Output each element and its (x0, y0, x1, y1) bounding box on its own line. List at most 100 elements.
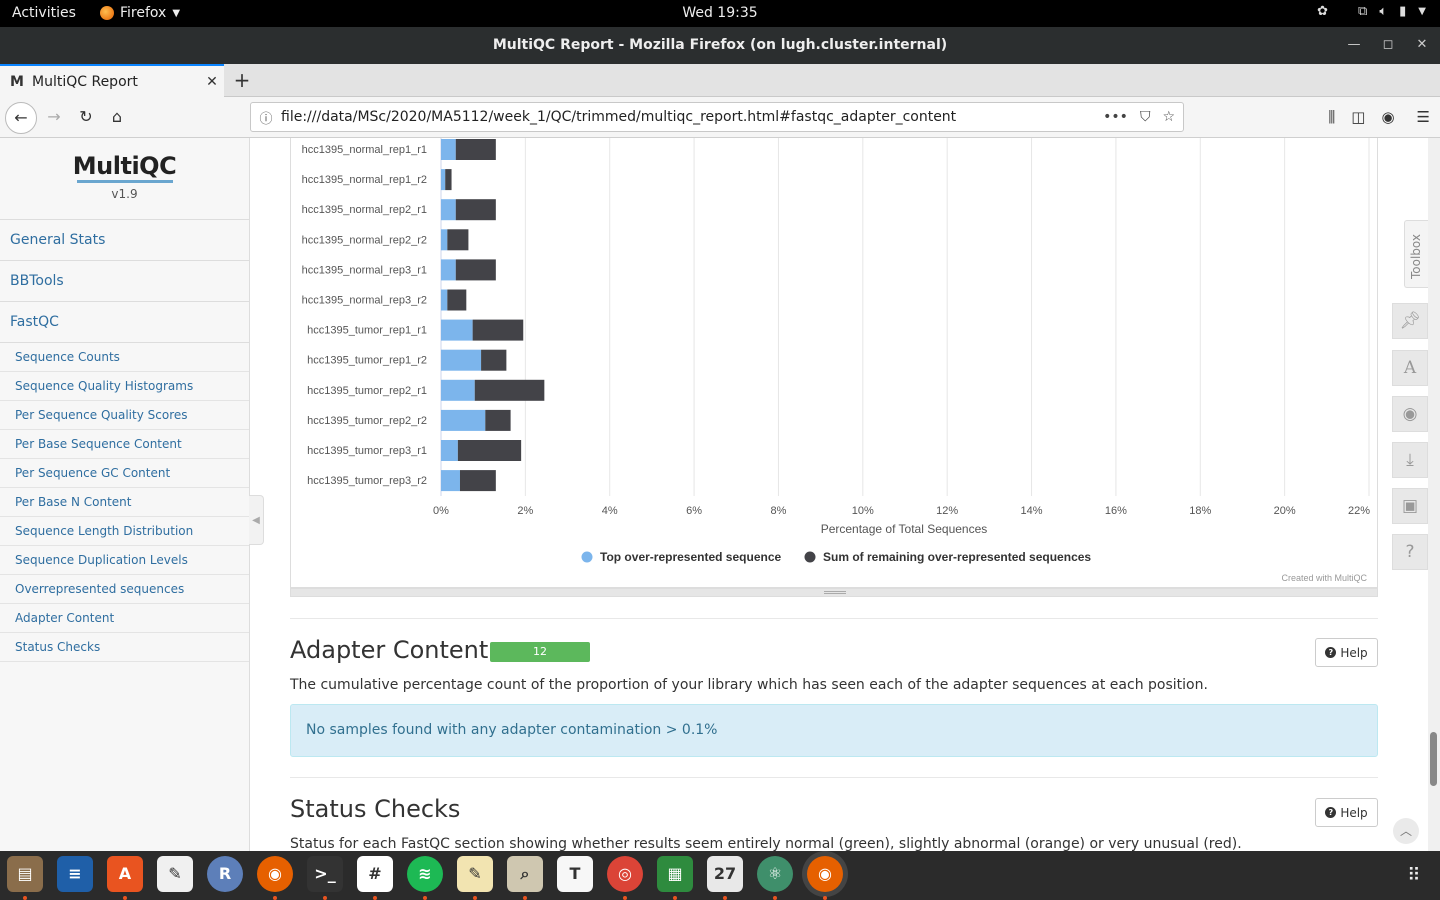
show-applications-icon[interactable]: ⠿ (1402, 865, 1426, 889)
maximize-icon[interactable]: ◻ (1378, 35, 1398, 55)
save-icon[interactable]: ▣ (1392, 488, 1428, 524)
page-scrollbar[interactable] (1428, 138, 1440, 851)
y-category-label: hcc1395_tumor_rep3_r1 (307, 445, 427, 457)
report-sidebar: MultiQC v1.9 General Stats BBTools FastQ… (0, 138, 250, 851)
y-category-label: hcc1395_tumor_rep3_r2 (307, 475, 427, 487)
clock[interactable]: Wed 19:35 (0, 5, 1440, 21)
dock-writer-icon[interactable]: ≡ (57, 856, 93, 892)
x-tick-label: 14% (1021, 505, 1043, 517)
new-tab-button[interactable]: + (230, 68, 254, 92)
dock-software-icon[interactable]: A (107, 856, 143, 900)
dock-firefox-icon[interactable]: ◉ (257, 856, 293, 900)
tab-multiqc-report[interactable]: M MultiQC Report ✕ (0, 64, 224, 98)
y-category-label: hcc1395_normal_rep1_r2 (302, 174, 427, 186)
question-icon[interactable]: ? (1392, 534, 1428, 570)
nav-per-sequence-quality-scores[interactable]: Per Sequence Quality Scores (0, 401, 249, 430)
page-actions-icon[interactable]: ••• (1103, 109, 1128, 125)
y-category-label: hcc1395_normal_rep3_r2 (302, 295, 427, 307)
bar-remaining-sequences (447, 289, 467, 311)
app-menu[interactable]: Firefox ▼ (100, 5, 180, 21)
system-tray[interactable]: ✿ ⧉ 🔈︎ ▮ ▼ (1317, 4, 1426, 19)
font-icon[interactable]: A (1392, 350, 1428, 386)
adapter-content-badge[interactable]: 12 (490, 642, 590, 662)
minimize-icon[interactable]: — (1344, 35, 1364, 55)
pin-icon[interactable]: 📌︎ (1392, 303, 1428, 339)
dock-terminal-icon[interactable]: >_ (307, 856, 343, 900)
tab-strip: M MultiQC Report ✕ + (0, 64, 1440, 98)
dock-chrome-icon[interactable]: ◎ (607, 856, 643, 900)
pocket-icon[interactable]: ⛉ (1140, 109, 1151, 125)
bar-top-sequence (441, 440, 458, 461)
url-bar[interactable]: ⓘ file:///data/MSc/2020/MA5112/week_1/QC… (250, 102, 1184, 132)
status-checks-description: Status for each FastQC section showing w… (290, 836, 1242, 851)
nav-status-checks[interactable]: Status Checks (0, 633, 249, 662)
dock-r-icon[interactable]: R (207, 856, 243, 892)
dock-image-viewer-icon[interactable]: ⌕ (507, 856, 543, 900)
dock-slack-icon[interactable]: # (357, 856, 393, 900)
dock-calc-icon[interactable]: ▦ (657, 856, 693, 900)
help-label: Help (1340, 645, 1368, 660)
account-icon[interactable]: ◉ (1381, 108, 1394, 126)
close-window-icon[interactable]: ✕ (1412, 35, 1432, 55)
library-icon[interactable]: ⫼ (1328, 108, 1335, 126)
bar-remaining-sequences (485, 409, 511, 431)
forward-button[interactable]: → (40, 103, 68, 131)
nav-fastqc[interactable]: FastQC (0, 302, 249, 343)
nav-general-stats[interactable]: General Stats (0, 220, 249, 261)
dock-files-icon[interactable]: ▤ (7, 856, 43, 900)
eye-slash-icon[interactable]: ◉ (1392, 396, 1428, 432)
nav-sequence-length-distribution[interactable]: Sequence Length Distribution (0, 517, 249, 546)
paw-icon[interactable]: ✿ (1317, 4, 1328, 19)
dock-notes-icon[interactable]: ✎ (457, 856, 493, 900)
section-divider (290, 777, 1378, 778)
info-icon[interactable]: ⓘ (251, 108, 281, 127)
dock-spotify-icon[interactable]: ≋ (407, 856, 443, 900)
adapter-help-button[interactable]: ? Help (1315, 638, 1378, 667)
bar-top-sequence (441, 169, 446, 191)
nav-adapter-content[interactable]: Adapter Content (0, 604, 249, 633)
nav-sequence-duplication-levels[interactable]: Sequence Duplication Levels (0, 546, 249, 575)
logo-text: MultiQC (72, 152, 177, 180)
x-tick-label: 2% (517, 505, 533, 517)
bar-chart: 0% 2% 4% 6% 8% 10% 12% 14% 16% 18% 20% 22% Percentag… (302, 138, 1370, 583)
logo-underline (76, 180, 173, 183)
close-tab-icon[interactable]: ✕ (200, 74, 224, 90)
running-indicator (323, 896, 327, 900)
back-button[interactable]: ← (5, 102, 37, 134)
scroll-to-top-button[interactable]: ︿ (1393, 818, 1419, 844)
scrollbar-thumb[interactable] (1430, 732, 1437, 786)
dock-firefox-active-icon[interactable]: ◉ (807, 856, 843, 900)
activities-button[interactable]: Activities (12, 5, 76, 21)
dock-text-editor-icon[interactable]: ✎ (157, 856, 193, 892)
multiqc-logo[interactable]: MultiQC v1.9 (0, 138, 249, 220)
ubuntu-dock: ▤ ≡ A ✎ R ◉ >_ # ≋ ✎ ⌕ T ◎ ▦ 27 ⚛ ◉ ⠿ (0, 851, 1440, 900)
plot-resize-handle[interactable] (290, 588, 1378, 597)
hamburger-menu-icon[interactable]: ☰ (1417, 108, 1430, 126)
dock-calendar-icon[interactable]: 27 (707, 856, 743, 900)
version-label: v1.9 (111, 187, 138, 201)
url-text[interactable]: file:///data/MSc/2020/MA5112/week_1/QC/t… (281, 109, 1103, 125)
reload-button[interactable]: ↻ (72, 103, 100, 131)
home-button[interactable]: ⌂ (103, 103, 131, 131)
nav-per-sequence-gc-content[interactable]: Per Sequence GC Content (0, 459, 249, 488)
nav-overrepresented-sequences[interactable]: Overrepresented sequences (0, 575, 249, 604)
adapter-info-alert: No samples found with any adapter contam… (290, 704, 1378, 757)
x-tick-label: 0% (433, 505, 449, 517)
download-icon[interactable]: ⤓ (1392, 442, 1428, 478)
caret-down-icon: ▼ (1418, 6, 1426, 17)
running-indicator (523, 896, 527, 900)
nav-per-base-n-content[interactable]: Per Base N Content (0, 488, 249, 517)
nav-sequence-quality-histograms[interactable]: Sequence Quality Histograms (0, 372, 249, 401)
status-help-button[interactable]: ? Help (1315, 798, 1378, 827)
bookmark-star-icon[interactable]: ☆ (1162, 109, 1175, 125)
dock-typora-icon[interactable]: T (557, 856, 593, 892)
gnome-top-bar: Activities Firefox ▼ Wed 19:35 ✿ ⧉ 🔈︎ ▮ … (0, 0, 1440, 27)
sidebar-toggle-icon[interactable]: ◫ (1351, 108, 1365, 126)
toolbox-label[interactable]: Toolbox (1404, 220, 1428, 288)
nav-bbtools[interactable]: BBTools (0, 261, 249, 302)
nav-per-base-sequence-content[interactable]: Per Base Sequence Content (0, 430, 249, 459)
legend-marker-top-sequence (581, 551, 593, 563)
dock-atom-icon[interactable]: ⚛ (757, 856, 793, 900)
nav-sequence-counts[interactable]: Sequence Counts (0, 343, 249, 372)
running-indicator (473, 896, 477, 900)
